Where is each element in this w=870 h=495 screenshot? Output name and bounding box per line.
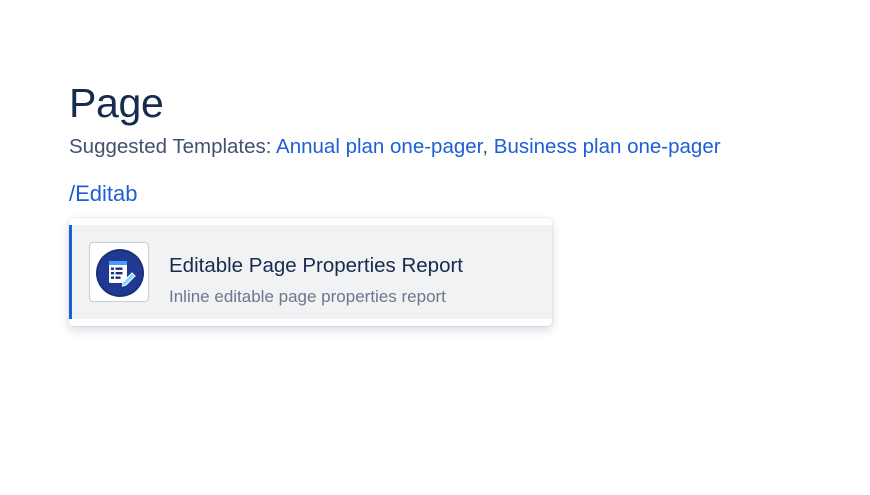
suggestion-item-description: Inline editable page properties report [169, 287, 446, 306]
editable-report-icon-graphic [96, 249, 144, 297]
editable-report-icon [89, 242, 149, 302]
slash-command-input[interactable]: /Editab [69, 180, 138, 208]
template-link-annual-plan[interactable]: Annual plan one-pager [276, 135, 482, 158]
suggested-templates: Suggested Templates: Annual plan one-pag… [69, 134, 721, 160]
confluence-page-editor: Page Suggested Templates: Annual plan on… [0, 0, 870, 495]
macro-suggestion-popup: Editable Page Properties Report Inline e… [69, 218, 552, 326]
template-separator: , [482, 135, 494, 158]
suggestion-item-title: Editable Page Properties Report [169, 254, 464, 277]
suggestion-item-editable-page-properties-report[interactable]: Editable Page Properties Report Inline e… [69, 225, 552, 319]
page-title[interactable]: Page [69, 78, 164, 128]
suggested-templates-label: Suggested Templates: [69, 135, 277, 158]
template-link-business-plan[interactable]: Business plan one-pager [494, 135, 721, 158]
